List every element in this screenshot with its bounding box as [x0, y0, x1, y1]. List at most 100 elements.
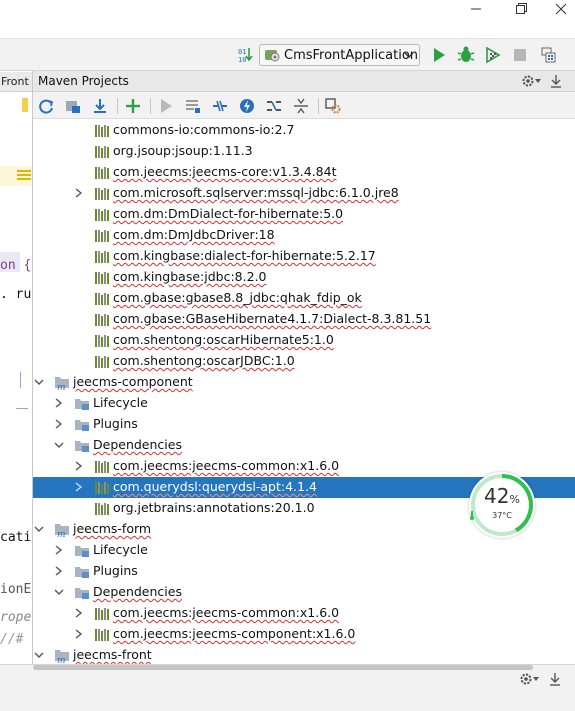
tree-node-label: com.gbase:GBaseHibernate4.1.7:Dialect-8.… — [113, 311, 432, 326]
svg-text:m: m — [57, 530, 66, 537]
dependency-node[interactable]: org.jsoup:jsoup:1.11.3 — [33, 141, 575, 162]
settings-icon[interactable] — [324, 97, 342, 115]
gear-icon[interactable] — [520, 73, 544, 89]
toggle-offline-icon[interactable] — [211, 97, 229, 115]
dependency-node[interactable]: com.gbase:GBaseHibernate4.1.7:Dialect-8.… — [33, 309, 575, 330]
tree-node-label: jeecms-component — [73, 374, 193, 389]
chevron-right-icon[interactable] — [73, 480, 85, 494]
dependency-node[interactable]: com.dm:DmJdbcDriver:18 — [33, 225, 575, 246]
binary-data-icon[interactable]: 01 10 — [236, 45, 256, 65]
library-icon — [94, 123, 110, 138]
execute-goal-icon[interactable] — [184, 97, 202, 115]
download-icon[interactable] — [91, 97, 109, 115]
tree-node-label: org.jetbrains:annotations:20.1.0 — [113, 500, 315, 515]
dependency-node[interactable]: com.kingbase:jdbc:8.2.0 — [33, 267, 575, 288]
code-fragment: on { — [0, 258, 32, 273]
maven-module-icon: m — [54, 648, 70, 664]
chevron-right-icon[interactable] — [73, 627, 85, 641]
title-bar — [0, 0, 575, 18]
stop-icon[interactable] — [510, 45, 530, 65]
temperature-value: 37°C — [492, 511, 512, 520]
collapse-all-icon[interactable] — [292, 97, 310, 115]
hide-icon[interactable] — [547, 671, 563, 687]
folder-node[interactable]: Plugins — [33, 561, 575, 582]
run-icon[interactable] — [429, 45, 449, 65]
dependency-node[interactable]: com.jeecms:jeecms-component:x1.6.0 — [33, 624, 575, 645]
thermometer-icon — [470, 511, 474, 520]
dependency-node[interactable]: com.dm:DmDialect-for-hibernate:5.0 — [33, 204, 575, 225]
cpu-monitor-widget[interactable]: 42% 37°C — [469, 472, 535, 538]
dependency-node[interactable]: com.gbase:gbase8.8_jdbc:qhak_fdip_ok — [33, 288, 575, 309]
restore-icon[interactable] — [507, 0, 535, 18]
project-structure-icon[interactable] — [540, 45, 560, 65]
editor-tab[interactable]: Front — [0, 72, 33, 92]
library-icon — [94, 291, 110, 306]
run-configuration-select[interactable]: CmsFrontApplication — [259, 44, 420, 66]
debug-icon[interactable] — [456, 45, 476, 65]
library-icon — [94, 249, 110, 264]
library-icon — [94, 312, 110, 327]
toolbar-separator — [150, 98, 151, 114]
minimize-icon[interactable] — [462, 0, 490, 18]
chevron-right-icon[interactable] — [53, 417, 65, 431]
chevron-right-icon[interactable] — [53, 396, 65, 410]
code-fragment: rope — [0, 610, 32, 625]
run-icon[interactable] — [157, 97, 175, 115]
folder-node[interactable]: Lifecycle — [33, 393, 575, 414]
library-icon — [94, 186, 110, 201]
chevron-right-icon[interactable] — [73, 459, 85, 473]
folder-icon — [74, 543, 90, 558]
tree-node-label: jeecms-front — [73, 647, 152, 662]
reimport-icon[interactable] — [37, 97, 55, 115]
svg-text:10: 10 — [238, 56, 246, 64]
dependency-node[interactable]: com.jeecms:jeecms-common:x1.6.0 — [33, 603, 575, 624]
ide-window: 01 10 CmsFrontApplication Front on {. r… — [0, 0, 575, 711]
dependency-node[interactable]: com.microsoft.sqlserver:mssql-jdbc:6.1.0… — [33, 183, 575, 204]
dependency-node[interactable]: com.shentong:oscarJDBC:1.0 — [33, 351, 575, 372]
chevron-down-icon[interactable] — [33, 522, 45, 536]
hide-icon[interactable] — [548, 73, 564, 89]
add-icon[interactable] — [124, 97, 142, 115]
folder-node[interactable]: Plugins — [33, 414, 575, 435]
horizontal-scrollbar[interactable] — [33, 665, 533, 670]
run-toolbar: 01 10 CmsFrontApplication — [0, 38, 575, 71]
dependency-node[interactable]: com.shentong:oscarHibernate5:1.0 — [33, 330, 575, 351]
indent-guide — [16, 408, 28, 409]
tree-node-label: com.jeecms:jeecms-core:v1.3.4.84t — [113, 164, 337, 179]
highlight-marker — [22, 98, 28, 112]
tree-node-label: com.jeecms:jeecms-common:x1.6.0 — [113, 458, 340, 473]
code-fragment: cati — [0, 530, 32, 545]
module-node[interactable]: m jeecms-component — [33, 372, 575, 393]
tree-node-label: com.jeecms:jeecms-common:x1.6.0 — [113, 605, 340, 620]
editor-area[interactable]: Front on { . ru cati ionE rope //# — [0, 72, 33, 662]
dependency-node[interactable]: com.jeecms:jeecms-core:v1.3.4.84t — [33, 162, 575, 183]
chevron-right-icon[interactable] — [73, 186, 85, 200]
folder-icon — [74, 564, 90, 579]
folder-icon — [74, 438, 90, 453]
folder-node[interactable]: Dependencies — [33, 582, 575, 603]
module-node[interactable]: m jeecms-front — [33, 645, 575, 664]
library-icon — [94, 501, 110, 516]
dependency-node[interactable]: commons-io:commons-io:2.7 — [33, 120, 575, 141]
chevron-down-icon[interactable] — [33, 648, 45, 662]
chevron-right-icon[interactable] — [73, 606, 85, 620]
dependency-node[interactable]: com.kingbase:dialect-for-hibernate:5.2.1… — [33, 246, 575, 267]
chevron-down-icon[interactable] — [33, 375, 45, 389]
generate-sources-icon[interactable] — [64, 97, 82, 115]
tree-node-label: jeecms-form — [73, 521, 152, 536]
tree-node-label: com.gbase:gbase8.8_jdbc:qhak_fdip_ok — [113, 290, 362, 305]
chevron-down-icon[interactable] — [53, 585, 65, 599]
gear-icon[interactable] — [518, 671, 542, 687]
chevron-right-icon[interactable] — [53, 564, 65, 578]
editor-tab-label: Front — [1, 75, 29, 88]
folder-node[interactable]: Lifecycle — [33, 540, 575, 561]
chevron-down-icon[interactable] — [53, 438, 65, 452]
show-dependencies-icon[interactable] — [265, 97, 283, 115]
maven-projects-panel: Maven Projects commons-io:commons-io:2.7… — [32, 71, 575, 664]
close-icon[interactable] — [547, 0, 575, 18]
folder-node[interactable]: Dependencies — [33, 435, 575, 456]
skip-tests-icon[interactable] — [238, 97, 256, 115]
coverage-icon[interactable] — [483, 45, 503, 65]
tree-node-label: org.jsoup:jsoup:1.11.3 — [113, 143, 253, 158]
chevron-right-icon[interactable] — [53, 543, 65, 557]
